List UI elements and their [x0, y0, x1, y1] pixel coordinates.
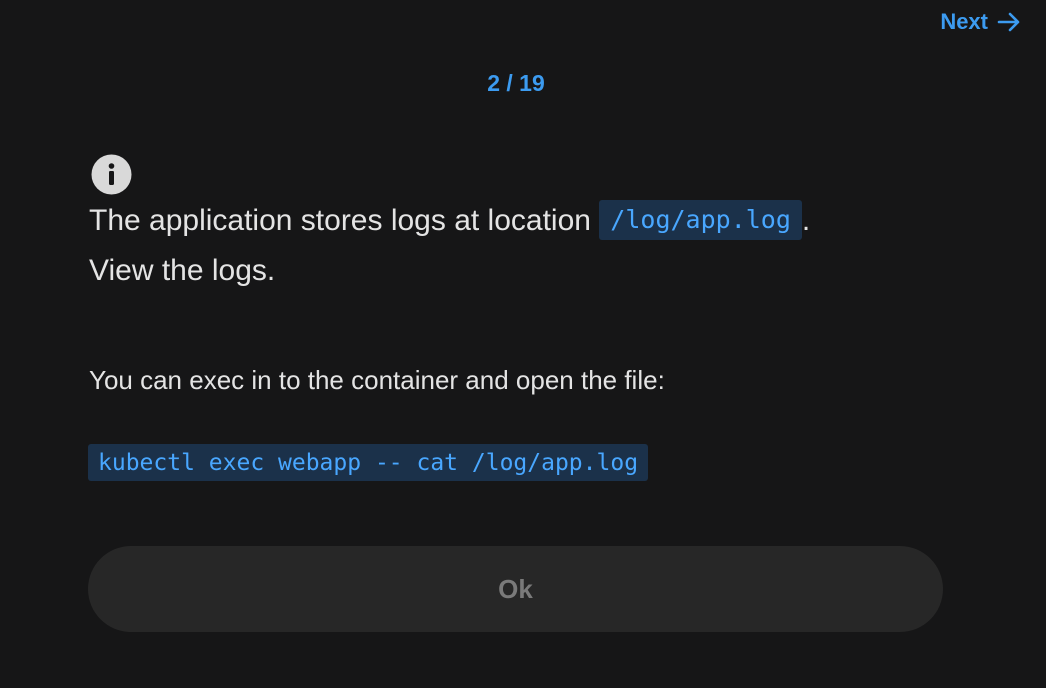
question-text: The application stores logs at location …	[89, 196, 989, 296]
question-text-before: The application stores logs at location	[89, 204, 600, 237]
hint-text: You can exec in to the container and ope…	[89, 365, 665, 395]
info-icon	[91, 154, 132, 195]
next-label: Next	[940, 9, 988, 34]
question-text-after: .	[801, 204, 811, 237]
question-line-2: View the logs.	[89, 254, 276, 287]
log-path-code: /log/app.log	[599, 200, 802, 240]
ok-label: Ok	[498, 573, 533, 604]
arrow-right-icon	[996, 9, 1022, 35]
command-code-block: kubectl exec webapp -- cat /log/app.log	[88, 444, 649, 481]
lab-question-page: Next 2 / 19 The application stores logs …	[0, 0, 1046, 688]
ok-button[interactable]: Ok	[88, 546, 943, 632]
question-counter: 2 / 19	[487, 70, 545, 96]
next-button[interactable]: Next	[940, 6, 1022, 38]
